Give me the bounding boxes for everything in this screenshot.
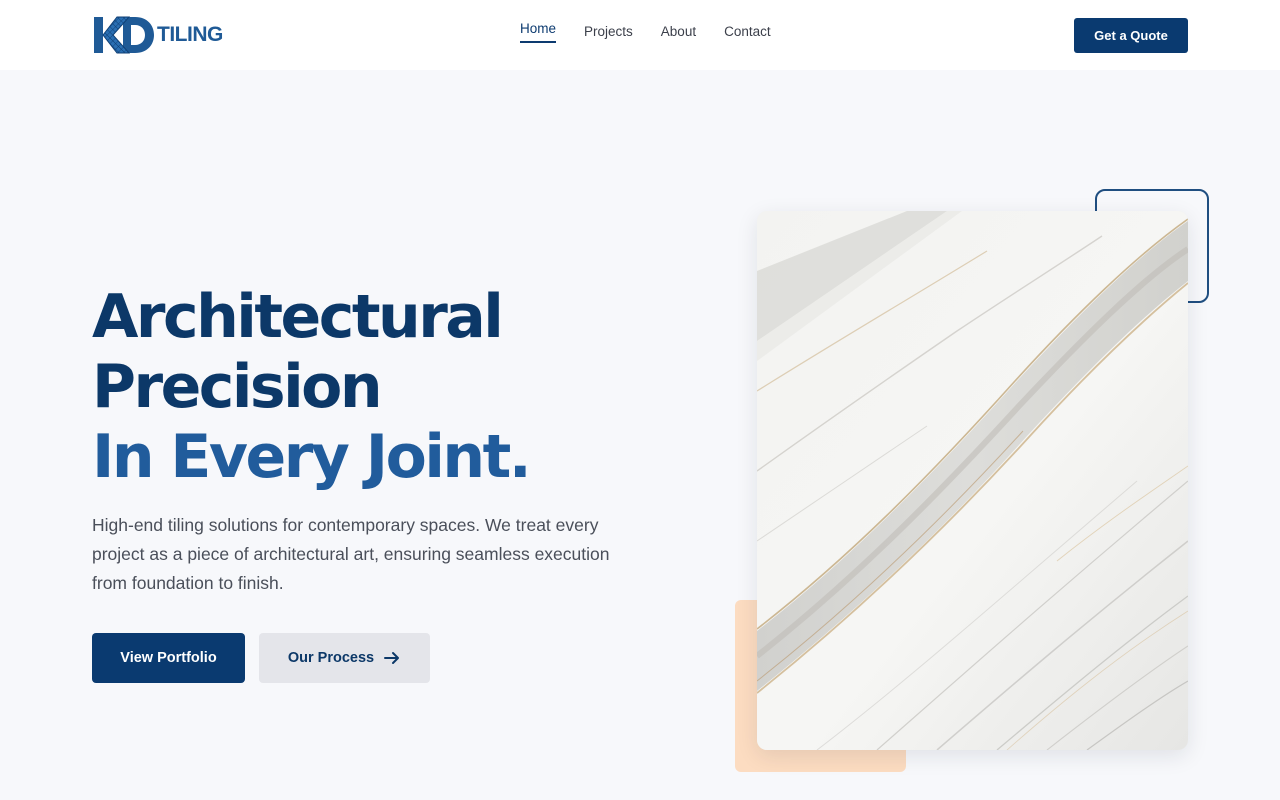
headline-line-2: Precision <box>92 352 383 422</box>
marble-texture <box>757 211 1188 750</box>
get-a-quote-button[interactable]: Get a Quote <box>1074 18 1188 53</box>
nav-item-about[interactable]: About <box>661 24 696 43</box>
brand-name: TILING <box>157 23 223 46</box>
kd-logo-mark-icon <box>94 16 154 54</box>
our-process-label: Our Process <box>287 650 375 666</box>
site-header: TILING Home Projects About Contact Get a… <box>0 0 1280 70</box>
headline-line-3: In Every Joint. <box>92 422 532 492</box>
main-nav: Home Projects About Contact <box>520 21 771 43</box>
arrow-right-icon <box>384 652 400 664</box>
nav-item-home[interactable]: Home <box>520 21 557 43</box>
nav-item-projects[interactable]: Projects <box>584 24 633 43</box>
brand-logo[interactable]: TILING <box>93 15 223 55</box>
our-process-button[interactable]: Our Process <box>259 633 430 683</box>
nav-item-contact[interactable]: Contact <box>724 24 771 43</box>
headline-line-1: Architectural <box>92 282 504 352</box>
hero-headline: Architectural Precision In Every Joint. <box>92 282 532 492</box>
marble-tile-image <box>757 211 1188 750</box>
hero-lead-paragraph: High-end tiling solutions for contempora… <box>92 515 610 593</box>
view-portfolio-button[interactable]: View Portfolio <box>92 633 245 683</box>
